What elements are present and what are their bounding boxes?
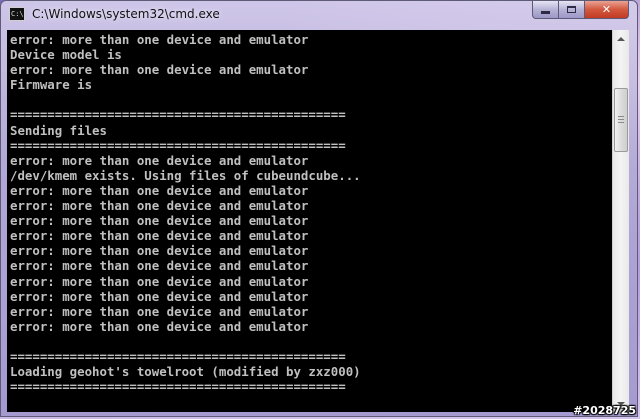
console-line: error: more than one device and emulator — [10, 318, 309, 334]
scroll-up-arrow-icon — [617, 36, 625, 41]
console-text: error: more than one device and emulator… — [10, 32, 361, 394]
console-line: /dev/kmem exists. Using files of cubeund… — [10, 167, 361, 183]
watermark: #2028725 — [573, 404, 636, 417]
console-output[interactable]: error: more than one device and emulator… — [7, 30, 612, 412]
scroll-up-button[interactable] — [613, 30, 629, 47]
close-icon: ✕ — [601, 3, 612, 16]
console-line: error: more than one device and emulator — [10, 243, 309, 259]
console-line: error: more than one device and emulator — [10, 213, 309, 229]
console-line: error: more than one device and emulator — [10, 228, 309, 244]
console-line: error: more than one device and emulator — [10, 32, 309, 47]
thumb-grip-icon — [618, 119, 624, 120]
close-button[interactable]: ✕ — [585, 1, 629, 19]
console-line: error: more than one device and emulator — [10, 303, 309, 319]
console-line: Firmware is — [10, 77, 93, 93]
minimize-button[interactable] — [532, 1, 559, 19]
console-line: Sending files — [10, 122, 107, 138]
window-title: C:\Windows\system32\cmd.exe — [32, 7, 220, 21]
vertical-scrollbar[interactable] — [612, 30, 629, 412]
console-line: ========================================… — [10, 379, 346, 395]
console-line: error: more than one device and emulator — [10, 288, 309, 304]
console-line: error: more than one device and emulator — [10, 198, 309, 214]
console-line: ========================================… — [10, 107, 346, 123]
console-line: ========================================… — [10, 348, 346, 364]
caption-buttons: ✕ — [532, 1, 629, 20]
minimize-icon — [541, 11, 550, 14]
maximize-icon — [567, 6, 576, 13]
console-line: error: more than one device and emulator — [10, 182, 309, 198]
console-line: error: more than one device and emulator — [10, 258, 309, 274]
console-line: Loading geohot's towelroot (modified by … — [10, 364, 361, 380]
console-line: ========================================… — [10, 137, 346, 153]
console-line: error: more than one device and emulator — [10, 273, 309, 289]
console-line: error: more than one device and emulator — [10, 152, 309, 168]
console-line: Device model is — [10, 47, 122, 63]
thumb-grip-icon — [618, 116, 624, 117]
maximize-button[interactable] — [559, 1, 585, 19]
thumb-grip-icon — [618, 122, 624, 123]
console-line: error: more than one device and emulator — [10, 62, 309, 78]
scrollbar-thumb[interactable] — [614, 88, 628, 152]
cmd-app-icon[interactable]: C:\ — [9, 7, 25, 21]
